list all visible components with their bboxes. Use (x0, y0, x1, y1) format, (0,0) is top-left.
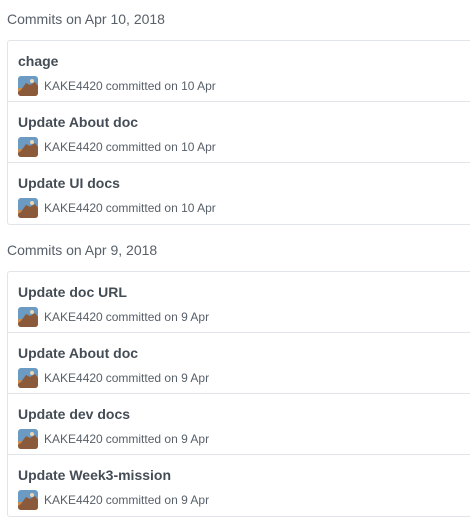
commit-date-text: committed on 9 Apr (105, 310, 210, 324)
commit-item: Update About doc KAKE4420 committed on 10 … (8, 102, 470, 163)
user-avatar-icon[interactable] (18, 368, 38, 388)
commit-title-link[interactable]: Update doc URL (18, 284, 127, 301)
commit-date-text: committed on 9 Apr (105, 432, 210, 446)
commit-author-link[interactable]: KAKE4420 (44, 140, 103, 154)
commit-title-link[interactable]: Update dev docs (18, 406, 130, 423)
commit-title-link[interactable]: chage (18, 53, 58, 70)
user-avatar-icon[interactable] (18, 490, 38, 510)
user-avatar-icon[interactable] (18, 76, 38, 96)
commit-item: Update About doc KAKE4420 committed on 9 A… (8, 333, 470, 394)
commit-meta: KAKE4420 committed on 10 Apr (18, 76, 470, 96)
commit-meta: KAKE4420 committed on 10 Apr (18, 198, 470, 218)
commit-item: Update UI docs KAKE4420 committed on 10 Ap… (8, 163, 470, 224)
commit-date-text: committed on 9 Apr (105, 371, 210, 385)
commit-title-link[interactable]: Update About doc (18, 114, 138, 131)
commit-date-text: committed on 10 Apr (105, 201, 216, 215)
commit-meta: KAKE4420 committed on 9 Apr (18, 368, 470, 388)
commit-meta: KAKE4420 committed on 9 Apr (18, 307, 470, 327)
user-avatar-icon[interactable] (18, 198, 38, 218)
commit-title-link[interactable]: Update UI docs (18, 175, 120, 192)
commit-item: chage KAKE4420 committed on 10 Apr (8, 41, 470, 102)
commit-author-link[interactable]: KAKE4420 (44, 310, 103, 324)
commit-meta: KAKE4420 committed on 9 Apr (18, 490, 470, 510)
commit-author-link[interactable]: KAKE4420 (44, 371, 103, 385)
commit-author-link[interactable]: KAKE4420 (44, 432, 103, 446)
commit-list: chage KAKE4420 committed on 10 Apr Update A… (7, 40, 470, 225)
commit-group-heading: Commits on Apr 10, 2018 (7, 11, 165, 27)
commit-author-link[interactable]: KAKE4420 (44, 201, 103, 215)
commit-date-text: committed on 10 Apr (105, 79, 216, 93)
commit-meta: KAKE4420 committed on 10 Apr (18, 137, 470, 157)
user-avatar-icon[interactable] (18, 137, 38, 157)
commit-item: Update dev docs KAKE4420 committed on 9 Ap… (8, 394, 470, 455)
commit-date-text: committed on 9 Apr (105, 493, 210, 507)
commit-group-heading: Commits on Apr 9, 2018 (7, 242, 158, 258)
commit-title-link[interactable]: Update Week3-mission (18, 467, 171, 484)
commit-list: Update doc URL KAKE4420 committed on 9 Apr… (7, 271, 470, 517)
commit-author-link[interactable]: KAKE4420 (44, 79, 103, 93)
commit-title-link[interactable]: Update About doc (18, 345, 138, 362)
user-avatar-icon[interactable] (18, 429, 38, 449)
commit-history: Commits on Apr 10, 2018 chage KAKE4420 comm… (0, 0, 470, 517)
commit-meta: KAKE4420 committed on 9 Apr (18, 429, 470, 449)
commit-item: Update doc URL KAKE4420 committed on 9 Apr (8, 272, 470, 333)
user-avatar-icon[interactable] (18, 307, 38, 327)
commit-item: Update Week3-mission KAKE4420 committed on… (8, 455, 470, 516)
commit-date-text: committed on 10 Apr (105, 140, 216, 154)
commit-author-link[interactable]: KAKE4420 (44, 493, 103, 507)
